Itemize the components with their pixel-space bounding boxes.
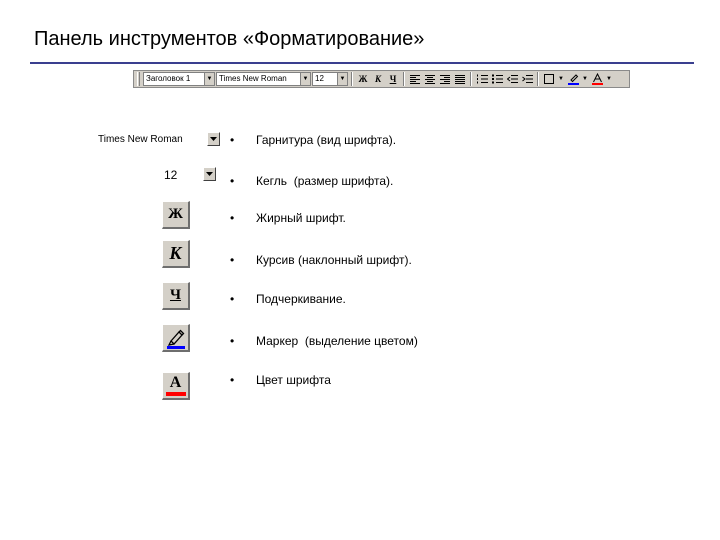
bold-button[interactable]: Ж	[356, 72, 370, 86]
list-bullet: •	[230, 133, 235, 147]
list-item: Курсив (наклонный шрифт).	[256, 253, 412, 267]
font-name-value: Times New Roman	[98, 134, 183, 145]
justify-icon	[455, 74, 465, 84]
list-item: Маркер (выделение цветом)	[256, 334, 418, 348]
font-color-icon	[591, 73, 603, 85]
borders-dropdown[interactable]: ▼	[557, 72, 565, 86]
increase-indent-button[interactable]	[520, 72, 534, 86]
font-color-swatch	[165, 392, 186, 396]
italic-button[interactable]: К	[162, 240, 190, 268]
decrease-indent-icon	[506, 75, 518, 83]
chevron-down-icon[interactable]	[203, 167, 216, 181]
italic-button[interactable]: К	[371, 72, 385, 86]
toolbar-separator	[470, 72, 472, 86]
list-bullet: •	[230, 253, 235, 267]
font-color-dropdown[interactable]: ▼	[605, 72, 613, 86]
list-bullet: •	[230, 211, 235, 225]
increase-indent-icon	[521, 75, 533, 83]
bold-button[interactable]: Ж	[162, 201, 190, 229]
list-bullet: •	[230, 174, 235, 188]
highlighter-icon	[567, 74, 579, 85]
borders-button[interactable]	[542, 72, 556, 86]
toolbar-separator	[351, 72, 353, 86]
font-select-value: Times New Roman	[219, 74, 287, 83]
chevron-down-icon[interactable]: ▼	[300, 73, 310, 85]
font-select[interactable]: Times New Roman ▼	[216, 72, 311, 86]
highlight-button[interactable]	[162, 324, 190, 352]
list-bullet: •	[230, 292, 235, 306]
align-center-button[interactable]	[423, 72, 437, 86]
font-color-icon: А	[165, 374, 186, 396]
align-center-icon	[425, 74, 435, 84]
size-select-value: 12	[315, 74, 324, 83]
font-color-button[interactable]	[590, 72, 604, 86]
italic-label: К	[169, 243, 182, 263]
bold-label: Ж	[168, 206, 183, 222]
list-item: Гарнитура (вид шрифта).	[256, 133, 397, 147]
size-select[interactable]: 12 ▼	[312, 72, 348, 86]
toolbar-separator	[403, 72, 405, 86]
align-left-button[interactable]	[408, 72, 422, 86]
highlight-dropdown[interactable]: ▼	[581, 72, 589, 86]
numbered-list-icon	[476, 74, 488, 84]
numbering-button[interactable]	[475, 72, 489, 86]
underline-button[interactable]: Ч	[162, 282, 190, 310]
list-item: Подчеркивание.	[256, 292, 346, 306]
border-icon	[544, 74, 554, 84]
toolbar-separator	[537, 72, 539, 86]
font-name-combo[interactable]: Times New Roman	[95, 131, 221, 148]
title-divider	[30, 62, 694, 64]
style-select[interactable]: Заголовок 1 ▼	[143, 72, 215, 86]
underline-label: Ч	[169, 287, 181, 303]
style-select-value: Заголовок 1	[146, 74, 191, 83]
list-item: Цвет шрифта	[256, 373, 331, 387]
font-color-button[interactable]: А	[162, 372, 190, 400]
highlight-button[interactable]	[566, 72, 580, 86]
list-bullet: •	[230, 373, 235, 387]
page-title: Панель инструментов «Форматирование»	[34, 28, 425, 50]
list-item: Кегль (размер шрифта).	[256, 174, 394, 188]
bullets-button[interactable]	[490, 72, 504, 86]
align-left-icon	[410, 74, 420, 84]
list-item: Жирный шрифт.	[256, 211, 346, 225]
align-right-button[interactable]	[438, 72, 452, 86]
highlighter-icon	[166, 329, 185, 349]
decrease-indent-button[interactable]	[505, 72, 519, 86]
chevron-down-icon[interactable]: ▼	[337, 73, 347, 85]
list-bullet: •	[230, 334, 235, 348]
bulleted-list-icon	[491, 74, 503, 84]
underline-button[interactable]: Ч	[386, 72, 400, 86]
formatting-toolbar: Заголовок 1 ▼ Times New Roman ▼ 12 ▼ Ж К…	[133, 70, 630, 88]
font-size-value: 12	[164, 168, 178, 182]
font-color-label: А	[169, 374, 182, 391]
align-right-icon	[440, 74, 450, 84]
justify-button[interactable]	[453, 72, 467, 86]
chevron-down-icon[interactable]: ▼	[204, 73, 214, 85]
chevron-down-icon[interactable]	[207, 132, 220, 146]
toolbar-grip[interactable]	[137, 72, 140, 86]
